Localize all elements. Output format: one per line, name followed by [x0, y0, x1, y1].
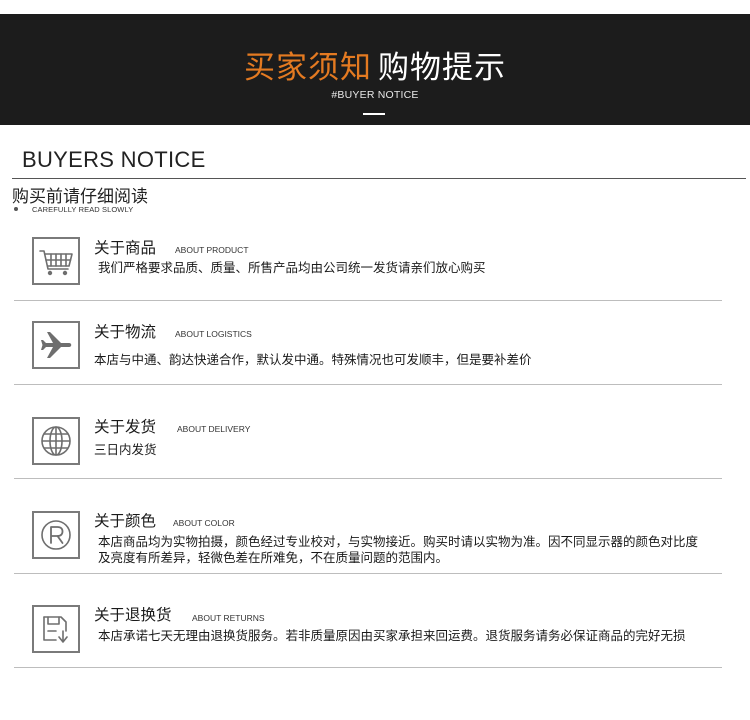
return-box-icon [32, 605, 80, 653]
item-title: 关于颜色 [94, 512, 157, 530]
item-title: 关于商品 [94, 239, 157, 257]
item-divider [14, 300, 722, 301]
banner-title-highlight: 买家须知 [244, 50, 372, 86]
item-description: 本店与中通、韵达快递合作，默认发中通。特殊情况也可发顺丰，但是要补差价 [94, 352, 532, 367]
item-title-en: ABOUT LOGISTICS [175, 329, 252, 339]
banner-title: 买家须知 购物提示 [0, 42, 750, 87]
item-divider [14, 667, 722, 668]
shopping-cart-icon [32, 237, 80, 285]
item-title-en: ABOUT COLOR [173, 518, 235, 528]
item-title: 关于退换货 [94, 606, 172, 624]
banner-title-rest: 购物提示 [378, 50, 506, 86]
item-title-en: ABOUT PRODUCT [175, 245, 249, 255]
bullet-dot [14, 207, 18, 211]
item-divider [14, 384, 722, 385]
registered-mark-icon [32, 511, 80, 559]
item-divider [14, 573, 722, 574]
section-title-cn: 购买前请仔细阅读 [12, 187, 148, 207]
item-description: 我们严格要求品质、质量、所售产品均由公司统一发货请亲们放心购买 [98, 260, 486, 275]
item-divider [14, 478, 722, 479]
item-title: 关于发货 [94, 418, 157, 436]
item-title-en: ABOUT RETURNS [192, 613, 265, 623]
item-title-en: ABOUT DELIVERY [177, 424, 251, 434]
item-title: 关于物流 [94, 323, 157, 341]
banner-divider [363, 113, 385, 115]
globe-icon [32, 417, 80, 465]
item-description: 本店承诺七天无理由退换货服务。若非质量原因由买家承担来回运费。退货服务请务必保证… [98, 628, 686, 643]
section-title-en: BUYERS NOTICE [22, 147, 206, 172]
item-description: 三日内发货 [94, 442, 157, 457]
banner-subtitle: #BUYER NOTICE [331, 89, 419, 101]
airplane-icon [32, 321, 80, 369]
section-divider [12, 178, 746, 179]
notice-banner: 买家须知 购物提示 #BUYER NOTICE [0, 14, 750, 125]
section-subtitle: CAREFULLY READ SLOWLY [32, 205, 134, 214]
item-description: 本店商品均为实物拍摄，颜色经过专业校对，与实物接近。购买时请以实物为准。因不同显… [98, 534, 699, 565]
